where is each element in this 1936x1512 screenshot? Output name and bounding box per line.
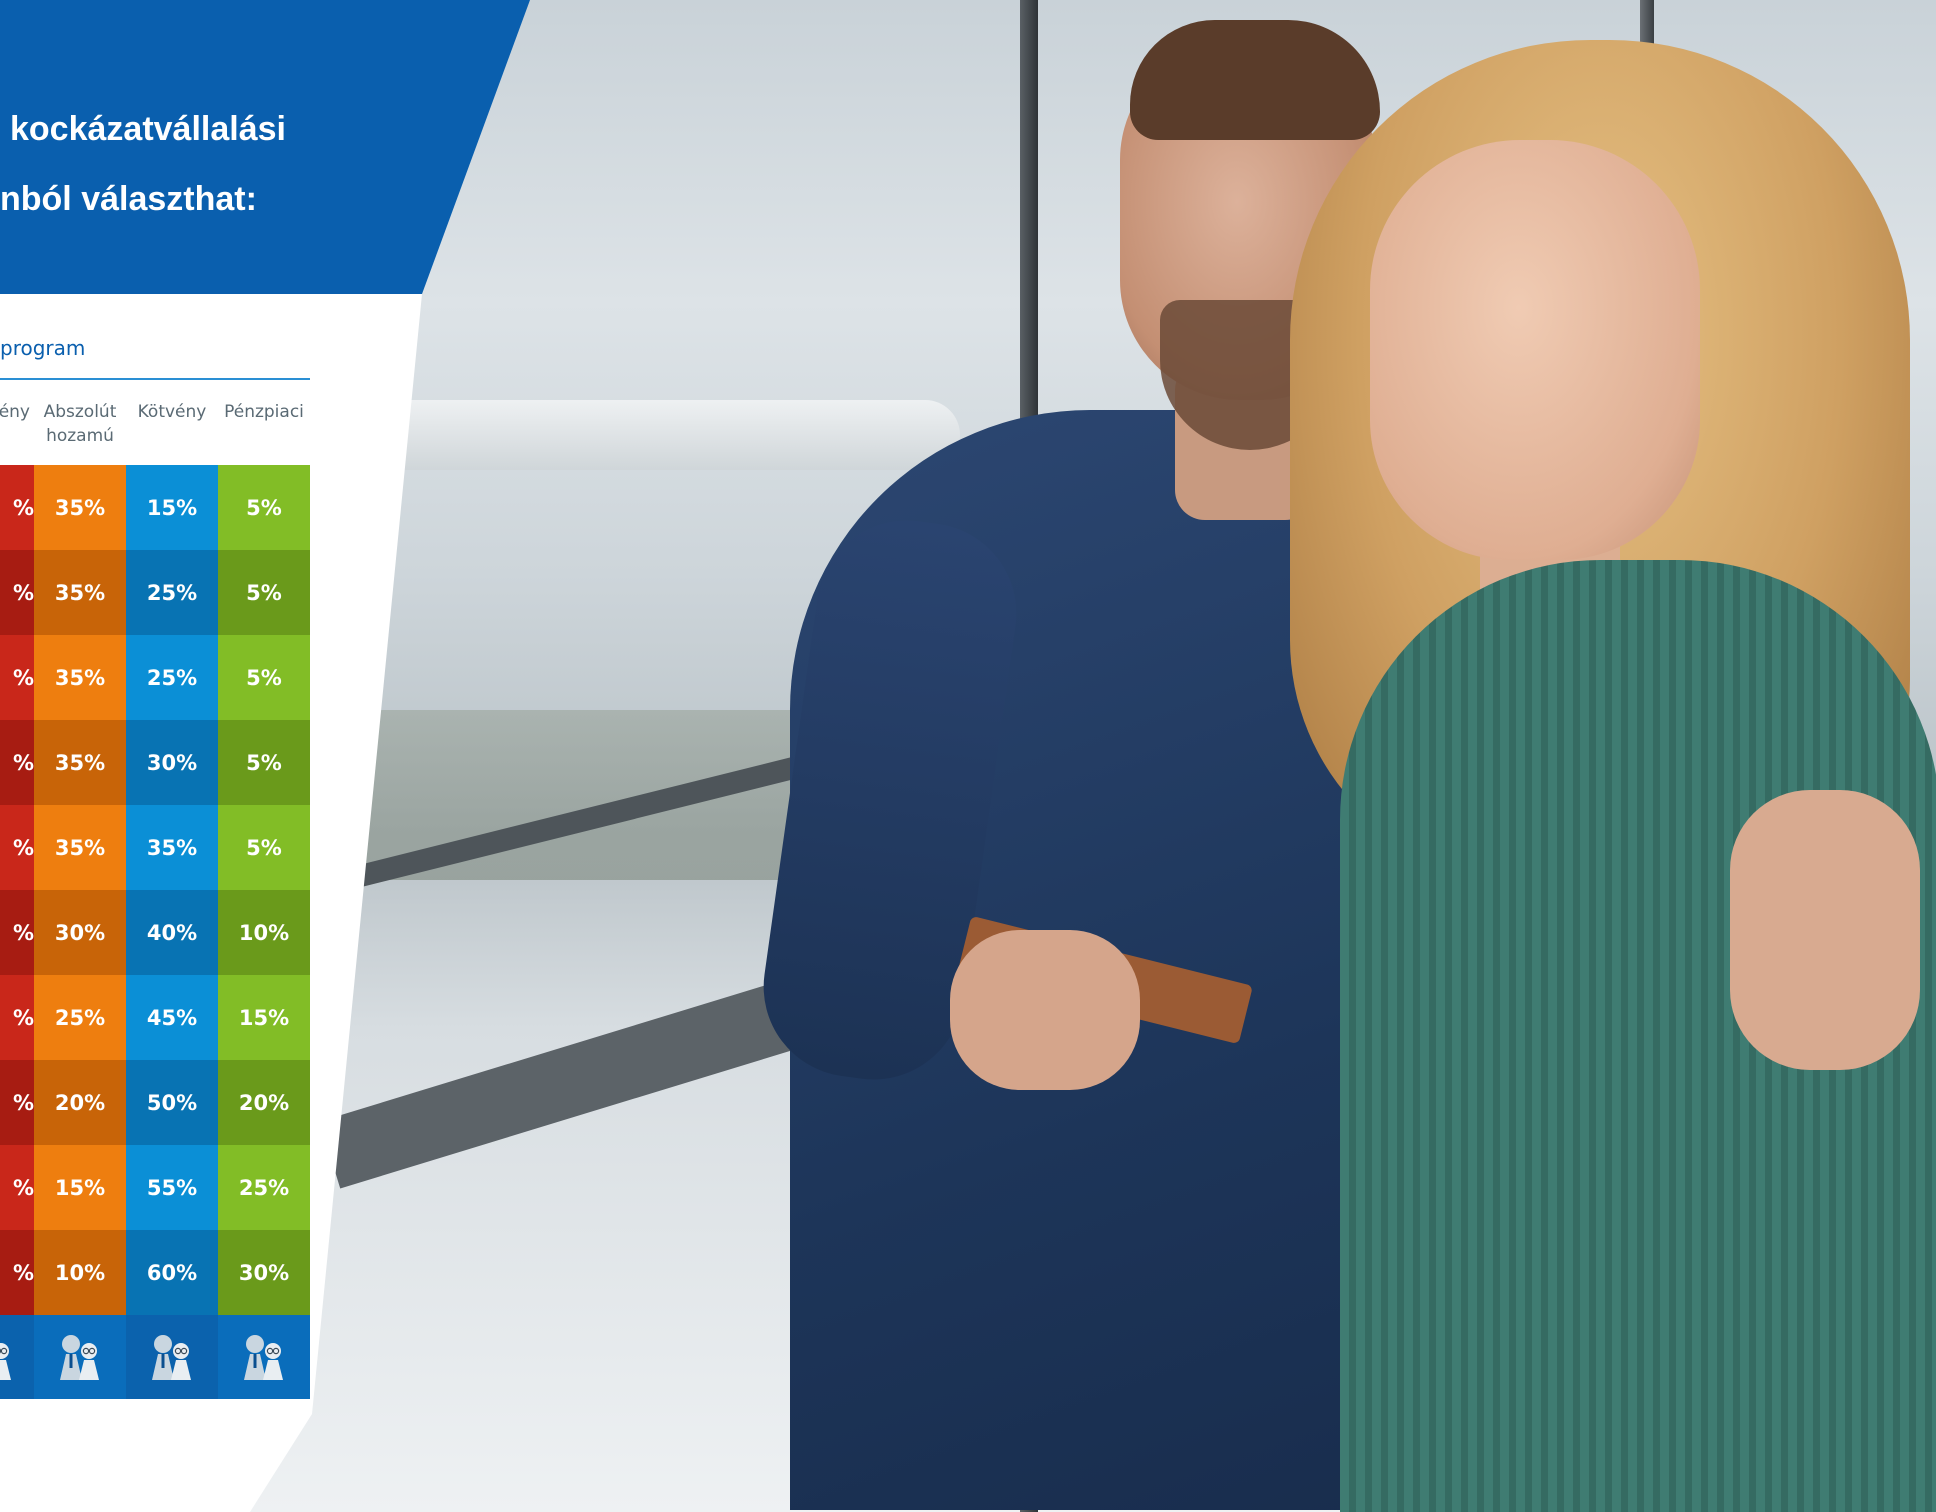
table-cell: 15% [34,1145,126,1230]
headline: kockázatvállalási nból választhat: [0,94,420,234]
table-cell: 35% [34,805,126,890]
man-hand [950,930,1140,1090]
table-cell: 60% [126,1230,218,1315]
table-cell: 30% [34,890,126,975]
table-cell: % [0,890,34,975]
table-cell: % [0,635,34,720]
table-cell: % [0,720,34,805]
table-cell: 25% [126,550,218,635]
column-header-0: ény [0,396,38,468]
couple-icon [126,1315,218,1399]
man-hand-shoulder [1730,790,1920,1070]
table-cell: 55% [126,1145,218,1230]
table-cell: % [0,975,34,1060]
table-cell: 40% [126,890,218,975]
table-cell: 35% [34,635,126,720]
table-cell: % [0,1145,34,1230]
couple-icon [0,1315,38,1399]
table-cell: 5% [218,465,310,550]
table-cell: 25% [34,975,126,1060]
table-cell: 35% [34,720,126,805]
table-cell: 20% [34,1060,126,1145]
table-cell: 25% [218,1145,310,1230]
table-cell: 45% [126,975,218,1060]
column-header-label: Pénzpiaci [224,402,304,422]
table-cell: 5% [218,635,310,720]
headline-line-2: nból választhat: [0,180,257,218]
table-cell: 20% [218,1060,310,1145]
table-cell: 35% [34,550,126,635]
column-header-2: Kötvény [126,396,218,468]
table-cell: 30% [126,720,218,805]
table-cell: 5% [218,720,310,805]
column-header-3: Pénzpiaci [218,396,310,468]
table-title: program [0,336,86,360]
airplane [360,400,960,470]
column-header-label: ény [0,402,30,422]
table-cell: 10% [218,890,310,975]
title-rule [0,378,310,380]
couple-icon [218,1315,310,1399]
table-cell: 35% [126,805,218,890]
table-cell: 10% [34,1230,126,1315]
man-hair [1130,20,1380,140]
woman-face [1370,140,1700,560]
table-cell: 5% [218,550,310,635]
couple-icon [34,1315,126,1399]
table-cell: % [0,550,34,635]
table-cell: % [0,805,34,890]
table-cell: 15% [126,465,218,550]
headline-line-1: kockázatvállalási [10,110,286,148]
table-cell: % [0,1230,34,1315]
table-cell: 35% [34,465,126,550]
table-cell: 25% [126,635,218,720]
column-header-label-2: hozamú [46,426,114,446]
table-cell: 15% [218,975,310,1060]
column-header-label: Abszolút [43,402,117,422]
table-cell: 50% [126,1060,218,1145]
table-cell: 5% [218,805,310,890]
table-cell: % [0,465,34,550]
column-header-1: Abszolút hozamú [34,396,126,468]
table-cell: % [0,1060,34,1145]
table-cell: 30% [218,1230,310,1315]
column-header-label: Kötvény [137,402,207,422]
